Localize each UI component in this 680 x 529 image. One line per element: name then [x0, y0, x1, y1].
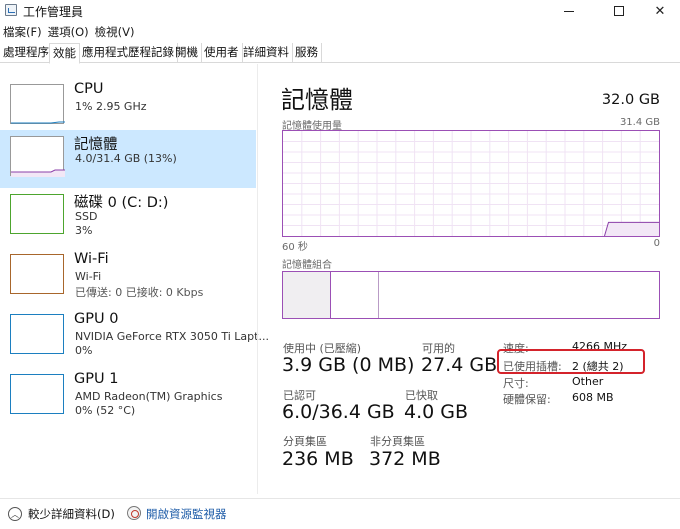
cpu-graph-icon [10, 84, 65, 124]
sidebar-item-memory[interactable]: 記憶體 4.0/31.4 GB (13%) [0, 130, 256, 188]
chevron-up-icon[interactable]: ︿ [8, 507, 22, 521]
sidebar-item-detail: 0% (52 °C) [75, 404, 136, 417]
composition-label: 記憶體組合 [282, 260, 332, 271]
form-factor-value: Other [572, 375, 604, 388]
sidebar-item-gpu0[interactable]: GPU 0 NVIDIA GeForce RTX 3050 Ti Lapt...… [0, 308, 269, 366]
window-title: 工作管理員 [23, 5, 84, 19]
footer-bar: ︿ 較少詳細資料(D) 開啟資源監視器 [0, 498, 680, 529]
available-value: 27.4 GB [421, 354, 498, 376]
slots-highlight-annotation [497, 349, 645, 374]
gpu1-graph-icon [10, 374, 64, 414]
close-button[interactable]: ✕ [637, 0, 680, 22]
memory-usage-area [604, 222, 659, 236]
nonpaged-pool-value: 372 MB [369, 448, 441, 470]
memory-composition-bar [282, 271, 660, 319]
tab-startup[interactable]: 開機 [172, 43, 202, 63]
minimize-icon [564, 10, 574, 12]
composition-modified [331, 272, 379, 318]
tab-details[interactable]: 詳細資料 [240, 43, 293, 63]
sidebar-item-detail: 已傳送: 0 已接收: 0 Kbps [75, 286, 204, 299]
menu-bar: 檔案(F) 選項(O) 檢視(V) [0, 23, 137, 41]
total-memory: 32.0 GB [601, 92, 660, 108]
sidebar-item-gpu1[interactable]: GPU 1 AMD Radeon(TM) Graphics 0% (52 °C) [0, 368, 256, 426]
paged-pool-label: 分頁集區 [283, 435, 327, 448]
tab-users[interactable]: 使用者 [201, 43, 243, 63]
composition-in-use [283, 272, 331, 318]
maximize-icon [614, 6, 624, 16]
usage-graph-max: 31.4 GB [619, 117, 660, 128]
menu-view[interactable]: 檢視(V) [92, 23, 138, 41]
hardware-reserved-value: 608 MB [572, 391, 614, 404]
sidebar-item-title: Wi-Fi [74, 251, 109, 267]
memory-usage-plot [283, 131, 659, 236]
menu-file[interactable]: 檔案(F) [0, 23, 45, 41]
form-factor-label: 尺寸: [503, 377, 529, 390]
paged-pool-value: 236 MB [282, 448, 354, 470]
sidebar-item-disk[interactable]: 磁碟 0 (C: D:) SSD 3% [0, 188, 256, 246]
sidebar-item-detail: Wi-Fi [75, 270, 102, 283]
memory-graph-icon [10, 136, 65, 177]
gpu0-graph-icon [10, 314, 64, 354]
resource-monitor-icon[interactable] [127, 506, 141, 520]
sidebar-item-detail: 3% [75, 224, 93, 237]
menu-options[interactable]: 選項(O) [45, 23, 92, 41]
graph-time-end: 0 [653, 238, 660, 249]
resource-sidebar: CPU 1% 2.95 GHz 記憶體 4.0/31.4 GB (13%) 磁碟… [0, 64, 269, 494]
sidebar-item-cpu[interactable]: CPU 1% 2.95 GHz [0, 78, 256, 136]
sidebar-item-wifi[interactable]: Wi-Fi Wi-Fi 已傳送: 0 已接收: 0 Kbps [0, 248, 256, 306]
sidebar-item-title: 記憶體 [74, 137, 118, 153]
page-title: 記憶體 [281, 86, 353, 114]
memory-usage-graph [282, 130, 660, 237]
hardware-reserved-label: 硬體保留: [503, 393, 551, 406]
sidebar-item-detail: NVIDIA GeForce RTX 3050 Ti Lapt... [75, 330, 269, 343]
tab-app-history[interactable]: 應用程式歷程記錄 [79, 43, 178, 63]
nonpaged-pool-label: 非分頁集區 [370, 435, 425, 448]
sidebar-item-title: CPU [74, 81, 104, 97]
tab-processes[interactable]: 處理程序 [0, 43, 53, 63]
graph-time-start: 60 秒 [282, 242, 308, 253]
in-use-value: 3.9 GB (0 MB) [282, 354, 415, 376]
cached-value: 4.0 GB [404, 401, 469, 423]
panel-divider[interactable] [257, 64, 258, 494]
sidebar-item-detail: 1% 2.95 GHz [75, 100, 147, 113]
open-resource-monitor-link[interactable]: 開啟資源監視器 [146, 506, 227, 522]
fewer-details-link[interactable]: 較少詳細資料(D) [28, 506, 115, 522]
task-manager-icon [5, 4, 17, 16]
committed-value: 6.0/36.4 GB [282, 401, 395, 423]
sidebar-item-detail: SSD [75, 210, 98, 223]
sidebar-item-detail: 4.0/31.4 GB (13%) [75, 152, 177, 165]
tab-performance[interactable]: 效能 [49, 43, 80, 64]
tab-strip: 處理程序 效能 應用程式歷程記錄 開機 使用者 詳細資料 服務 [0, 43, 680, 64]
wifi-graph-icon [10, 254, 64, 294]
sidebar-item-title: GPU 0 [74, 311, 119, 327]
disk-graph-icon [10, 194, 64, 234]
sidebar-item-title: 磁碟 0 (C: D:) [74, 195, 169, 211]
maximize-button[interactable] [596, 0, 642, 22]
title-bar: 工作管理員 ✕ [0, 0, 680, 22]
minimize-button[interactable] [546, 0, 592, 22]
tab-services[interactable]: 服務 [292, 43, 322, 63]
sidebar-item-detail: 0% [75, 344, 93, 357]
sidebar-item-title: GPU 1 [74, 371, 119, 387]
close-icon: ✕ [654, 3, 666, 19]
sidebar-item-detail: AMD Radeon(TM) Graphics [75, 390, 223, 403]
